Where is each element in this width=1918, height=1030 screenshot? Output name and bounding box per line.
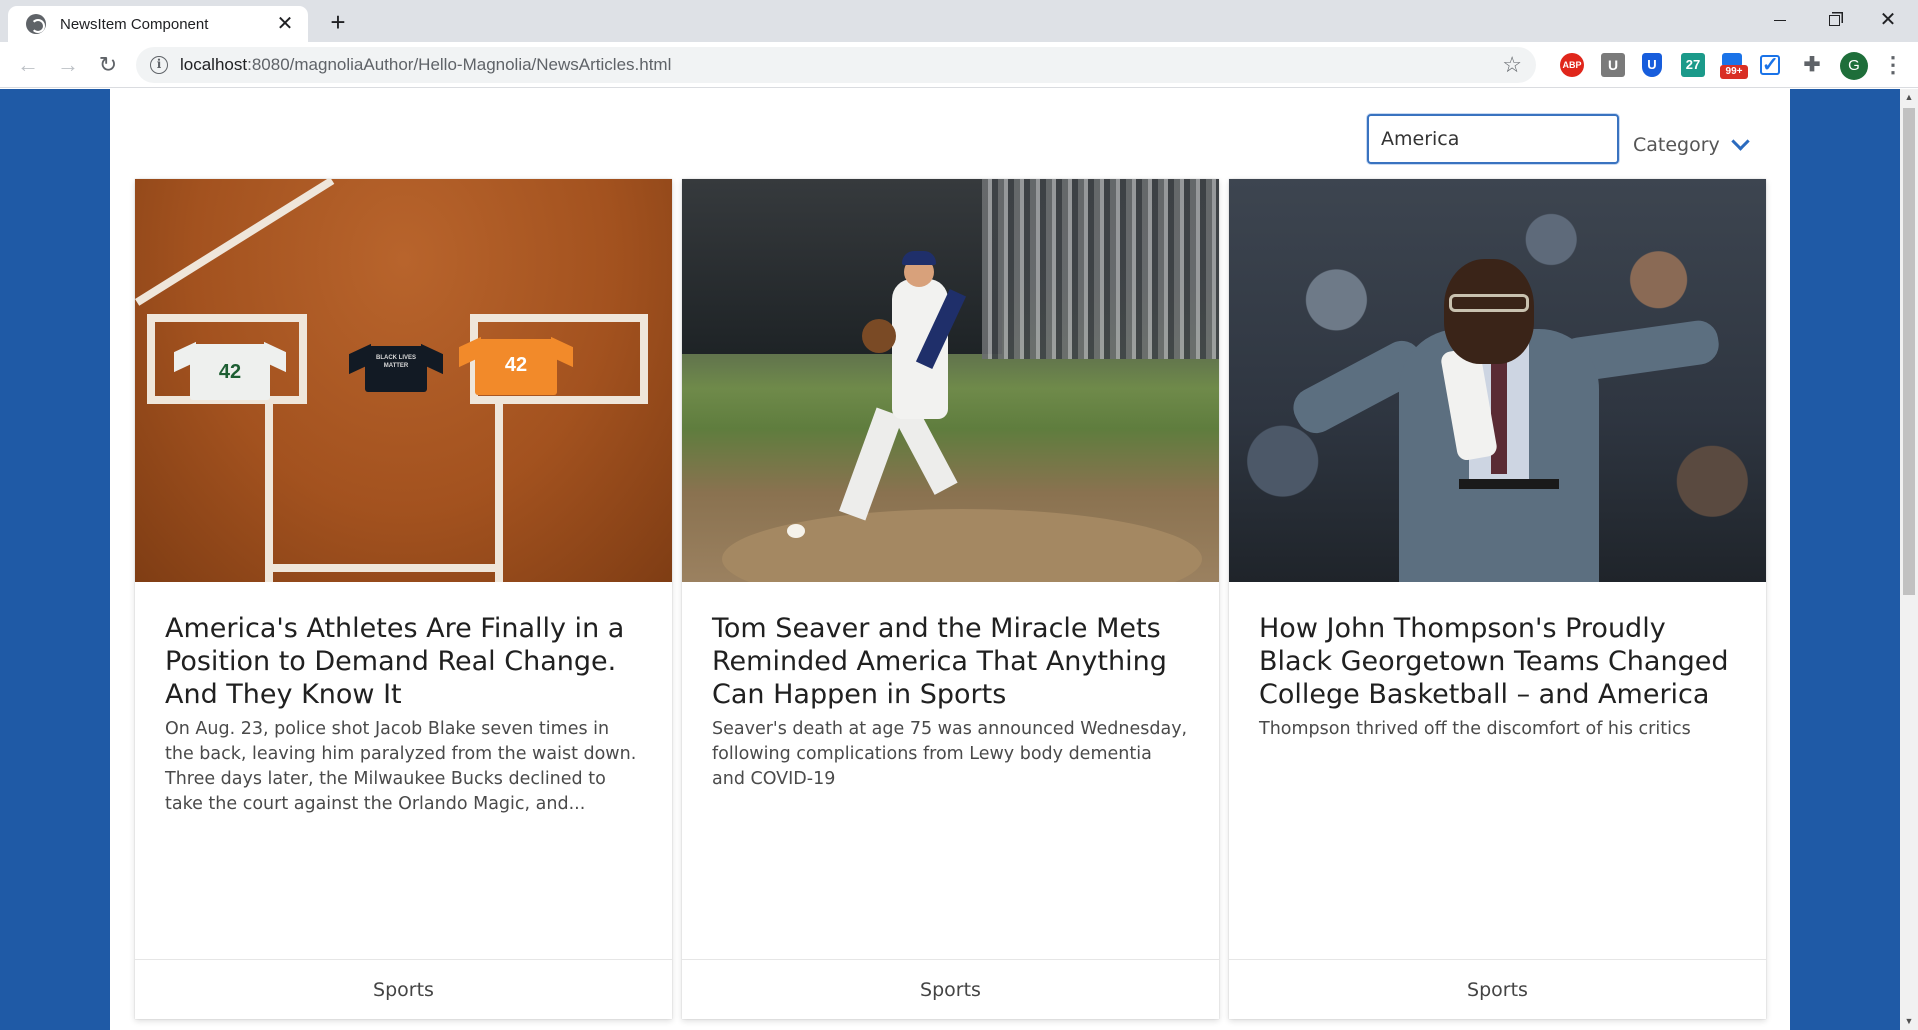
news-page: Category 42 BLACK LIVES M: [110, 89, 1790, 1030]
news-card[interactable]: How John Thompson's Proudly Black George…: [1229, 179, 1766, 1019]
calendar-extension-icon[interactable]: 27: [1681, 53, 1705, 77]
restore-button[interactable]: [1814, 4, 1854, 36]
article-image: [1229, 179, 1766, 582]
category-label: Category: [1633, 134, 1720, 156]
profile-avatar[interactable]: G: [1840, 52, 1868, 80]
forward-arrow-icon[interactable]: →: [52, 49, 84, 81]
globe-icon: [26, 14, 46, 34]
info-icon[interactable]: i: [150, 56, 168, 74]
back-arrow-icon[interactable]: ←: [12, 49, 44, 81]
minimize-icon: [1774, 20, 1786, 22]
browser-tab[interactable]: NewsItem Component ✕: [8, 6, 308, 42]
close-window-button[interactable]: ✕: [1868, 4, 1908, 36]
news-card-list: 42 BLACK LIVES MATTER 42 America's Athle…: [135, 179, 1769, 1019]
category-dropdown[interactable]: Category: [1633, 131, 1750, 156]
url-host: localhost: [180, 55, 248, 74]
extensions-puzzle-icon[interactable]: ✚: [1800, 53, 1824, 77]
article-summary: On Aug. 23, police shot Jacob Blake seve…: [165, 719, 637, 814]
reload-icon[interactable]: ↻: [92, 49, 124, 81]
scroll-down-arrow-icon[interactable]: ▼: [1900, 1013, 1918, 1030]
article-category: Sports: [1229, 959, 1766, 1019]
close-tab-icon[interactable]: ✕: [274, 13, 296, 35]
shopping-extension-icon[interactable]: 99+: [1720, 53, 1748, 79]
chevron-down-icon: [1731, 131, 1750, 151]
new-tab-button[interactable]: +: [323, 8, 353, 38]
browser-toolbar: ← → ↻ i localhost:8080/magnoliaAuthor/He…: [0, 42, 1918, 88]
browser-tab-strip: NewsItem Component ✕ + ✕: [0, 0, 1918, 42]
article-title[interactable]: America's Athletes Are Finally in a Posi…: [165, 612, 642, 711]
article-title[interactable]: Tom Seaver and the Miracle Mets Reminded…: [712, 612, 1189, 711]
article-summary: Thompson thrived off the discomfort of h…: [1259, 719, 1691, 739]
article-category: Sports: [135, 959, 672, 1019]
jersey-orange: 42: [459, 336, 573, 395]
article-image: [682, 179, 1219, 582]
jersey-white: 42: [174, 341, 286, 400]
page-viewport: Category 42 BLACK LIVES M: [0, 89, 1900, 1030]
minimize-button[interactable]: [1760, 4, 1800, 36]
url-text[interactable]: localhost:8080/magnoliaAuthor/Hello-Magn…: [180, 55, 671, 75]
bookmark-star-icon[interactable]: ☆: [1502, 52, 1522, 78]
scroll-up-arrow-icon[interactable]: ▲: [1900, 89, 1918, 106]
article-image: 42 BLACK LIVES MATTER 42: [135, 179, 672, 582]
scroll-thumb[interactable]: [1903, 108, 1915, 595]
u-extension-icon[interactable]: U: [1601, 53, 1625, 77]
search-input[interactable]: [1367, 114, 1619, 164]
extension-badge: 99+: [1720, 65, 1748, 79]
bitwarden-extension-icon[interactable]: U: [1642, 53, 1662, 77]
news-card[interactable]: 42 BLACK LIVES MATTER 42 America's Athle…: [135, 179, 672, 1019]
article-title[interactable]: How John Thompson's Proudly Black George…: [1259, 612, 1736, 711]
restore-icon: [1828, 15, 1840, 27]
jersey-black: BLACK LIVES MATTER: [349, 343, 443, 392]
article-category: Sports: [682, 959, 1219, 1019]
checkbox-extension-icon[interactable]: ✓: [1760, 55, 1780, 75]
address-bar[interactable]: i localhost:8080/magnoliaAuthor/Hello-Ma…: [136, 47, 1536, 83]
url-path: :8080/magnoliaAuthor/Hello-Magnolia/News…: [247, 55, 672, 74]
vertical-scrollbar[interactable]: ▲ ▼: [1900, 89, 1918, 1030]
article-summary: Seaver's death at age 75 was announced W…: [712, 719, 1188, 789]
news-card[interactable]: Tom Seaver and the Miracle Mets Reminded…: [682, 179, 1219, 1019]
more-menu-icon[interactable]: ⋮: [1882, 52, 1904, 80]
adblock-extension-icon[interactable]: ABP: [1560, 53, 1584, 77]
tab-title: NewsItem Component: [60, 15, 209, 33]
